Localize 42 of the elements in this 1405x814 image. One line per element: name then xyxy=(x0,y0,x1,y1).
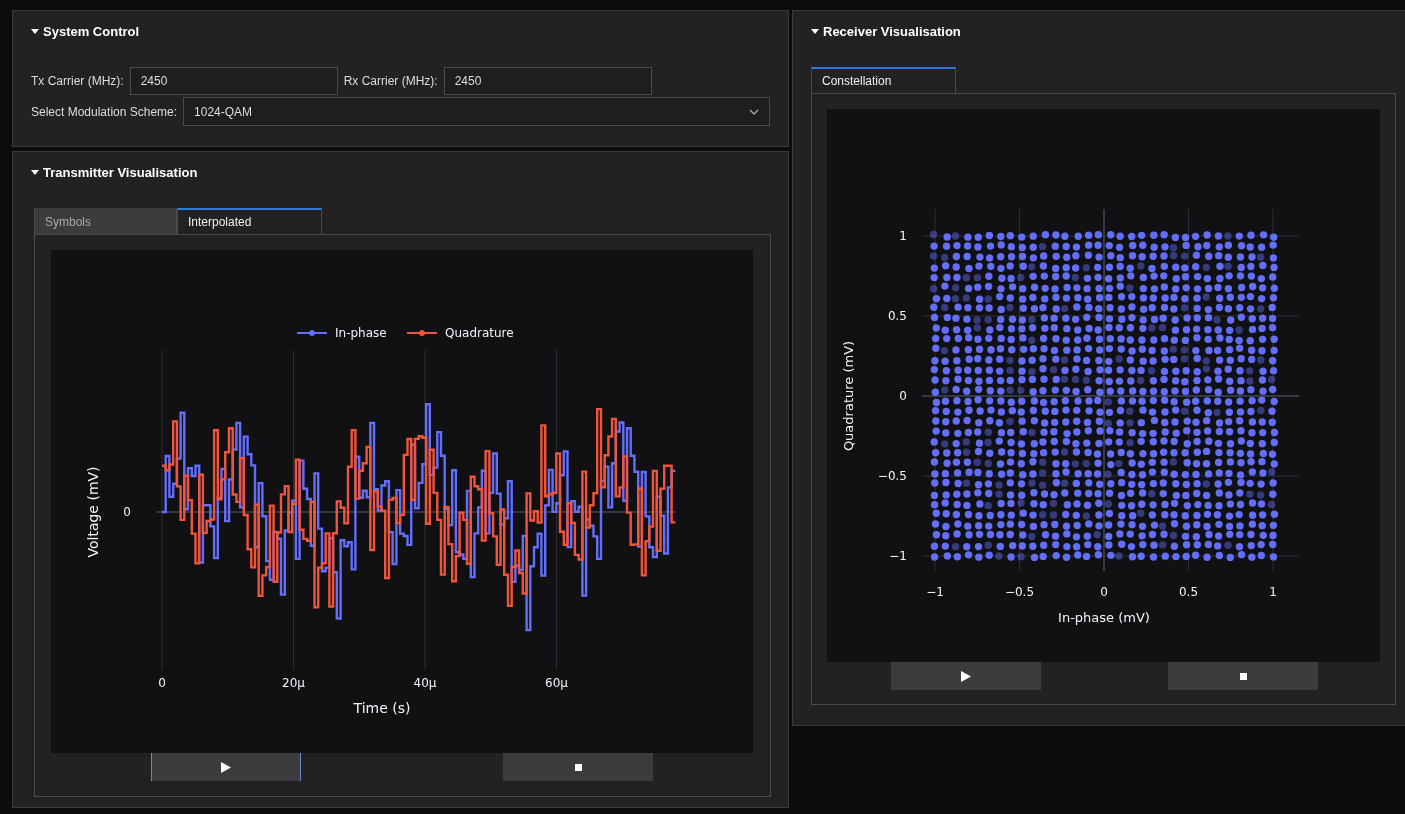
stop-icon xyxy=(574,763,582,771)
axis-tick-label: 0 xyxy=(123,505,131,519)
panel-title: Receiver Visualisation xyxy=(823,23,961,39)
field-label: Select Modulation Scheme: xyxy=(31,104,178,119)
input-field[interactable]: 2450 xyxy=(443,66,652,95)
axis-tick-label: 0 xyxy=(1100,585,1108,599)
axis-tick-label: 0 xyxy=(158,676,166,690)
stop-icon xyxy=(1239,672,1247,680)
panel-title: Transmitter Visualisation xyxy=(43,164,198,180)
panel-title: System Control xyxy=(43,23,140,39)
field-label: Tx Carrier (MHz): xyxy=(31,73,124,88)
select-dropdown[interactable]: 1024-QAM xyxy=(183,97,770,126)
axis-title: Voltage (mV) xyxy=(85,466,101,558)
caret-icon[interactable] xyxy=(31,169,39,175)
input-field[interactable]: 2450 xyxy=(129,66,338,95)
axis-tick-label: −0.5 xyxy=(877,469,907,483)
axis-tick-label: 1 xyxy=(899,229,907,243)
axis-tick-label: 40µ xyxy=(413,676,437,690)
caret-icon[interactable] xyxy=(811,28,819,34)
axis-tick-label: −1 xyxy=(889,549,907,563)
tab[interactable]: Constellation xyxy=(811,67,956,93)
legend-label: Quadrature xyxy=(445,326,514,340)
axis-tick-label: 1 xyxy=(1269,585,1277,599)
axis-tick-label: 0.5 xyxy=(1178,585,1199,599)
axis-tick-label: 20µ xyxy=(282,676,305,690)
axis-title: Quadrature (mV) xyxy=(841,340,856,452)
play-button[interactable] xyxy=(151,753,301,781)
chevron-down-icon xyxy=(749,108,759,115)
axis-tick-label: 60µ xyxy=(545,676,568,690)
field-label: Rx Carrier (MHz): xyxy=(343,73,438,88)
axis-tick-label: 0 xyxy=(899,389,907,403)
axis-tick-label: 0.5 xyxy=(887,309,907,323)
tab[interactable]: Symbols xyxy=(34,208,177,234)
axis-title: In-phase (mV) xyxy=(1058,610,1150,625)
tab[interactable]: Interpolated xyxy=(177,208,322,234)
axis-tick-label: −1 xyxy=(926,585,944,599)
axis-title: Time (s) xyxy=(353,700,411,716)
axis-tick-label: −0.5 xyxy=(1004,585,1035,599)
play-icon xyxy=(961,670,971,682)
caret-icon[interactable] xyxy=(31,28,39,34)
play-icon xyxy=(221,761,231,773)
legend-label: In-phase xyxy=(335,326,387,340)
